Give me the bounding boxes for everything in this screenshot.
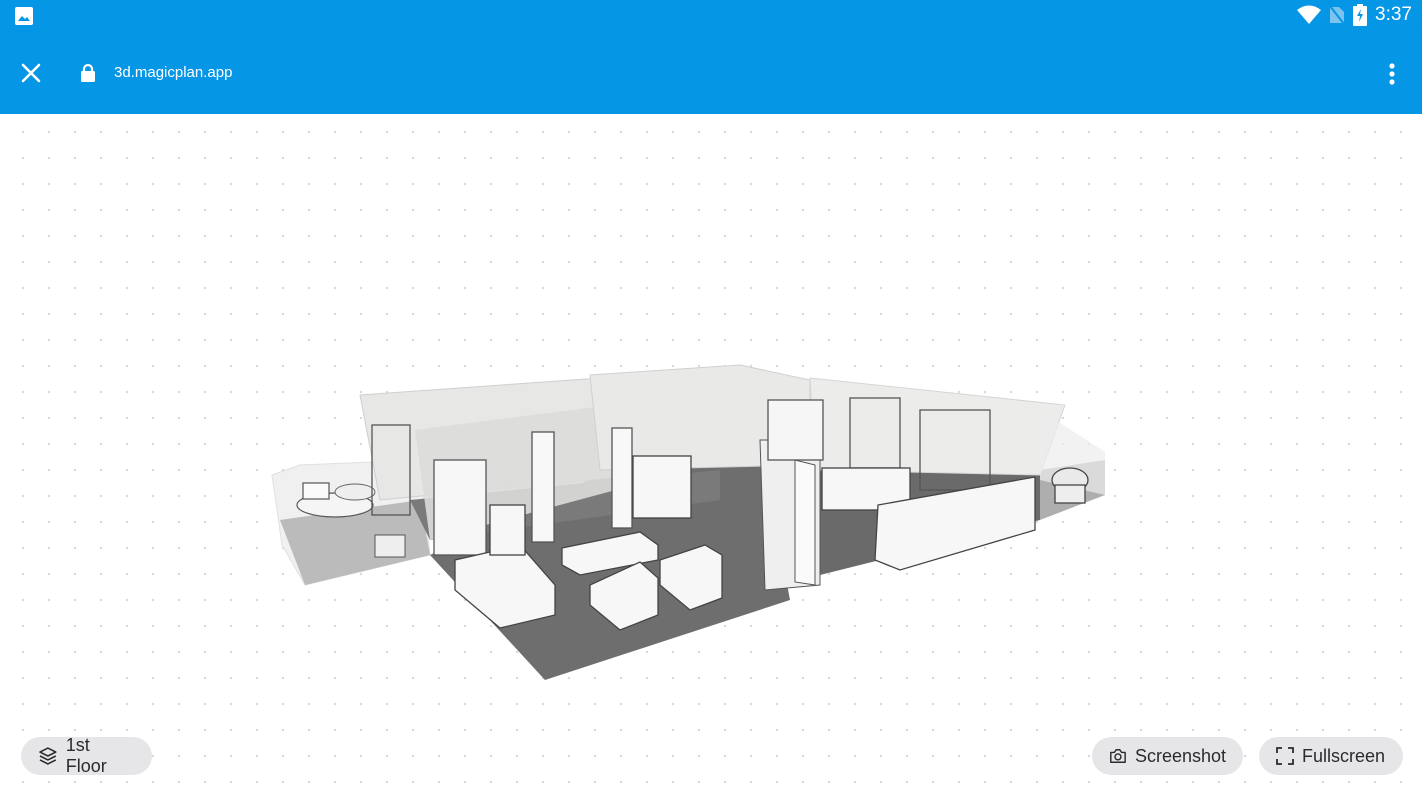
layers-icon [39,747,57,765]
no-sim-icon [1329,5,1345,25]
camera-icon [1110,749,1126,763]
browser-toolbar: 3d.magicplan.app [0,32,1422,114]
fullscreen-label: Fullscreen [1302,745,1386,766]
3d-viewport[interactable] [0,114,1422,800]
fullscreen-button[interactable]: Fullscreen [1259,737,1403,775]
screenshot-button[interactable]: Screenshot [1092,737,1243,775]
fullscreen-icon [1276,747,1294,765]
floor-selector-label: 1st Floor [65,735,107,776]
lock-icon [81,63,95,82]
floor-plan-3d-model[interactable] [0,114,1422,800]
url-text[interactable]: 3d.magicplan.app [114,64,232,81]
gallery-icon [15,7,33,25]
clock: 3:37 [1375,4,1412,25]
battery-charging-icon [1353,4,1368,26]
more-vert-icon[interactable] [1382,60,1402,88]
floor-selector-button[interactable]: 1st Floor [21,735,152,776]
close-icon[interactable] [18,60,44,86]
status-bar: 3:37 [0,0,1422,32]
screenshot-label: Screenshot [1134,745,1226,766]
wifi-icon [1297,5,1322,24]
